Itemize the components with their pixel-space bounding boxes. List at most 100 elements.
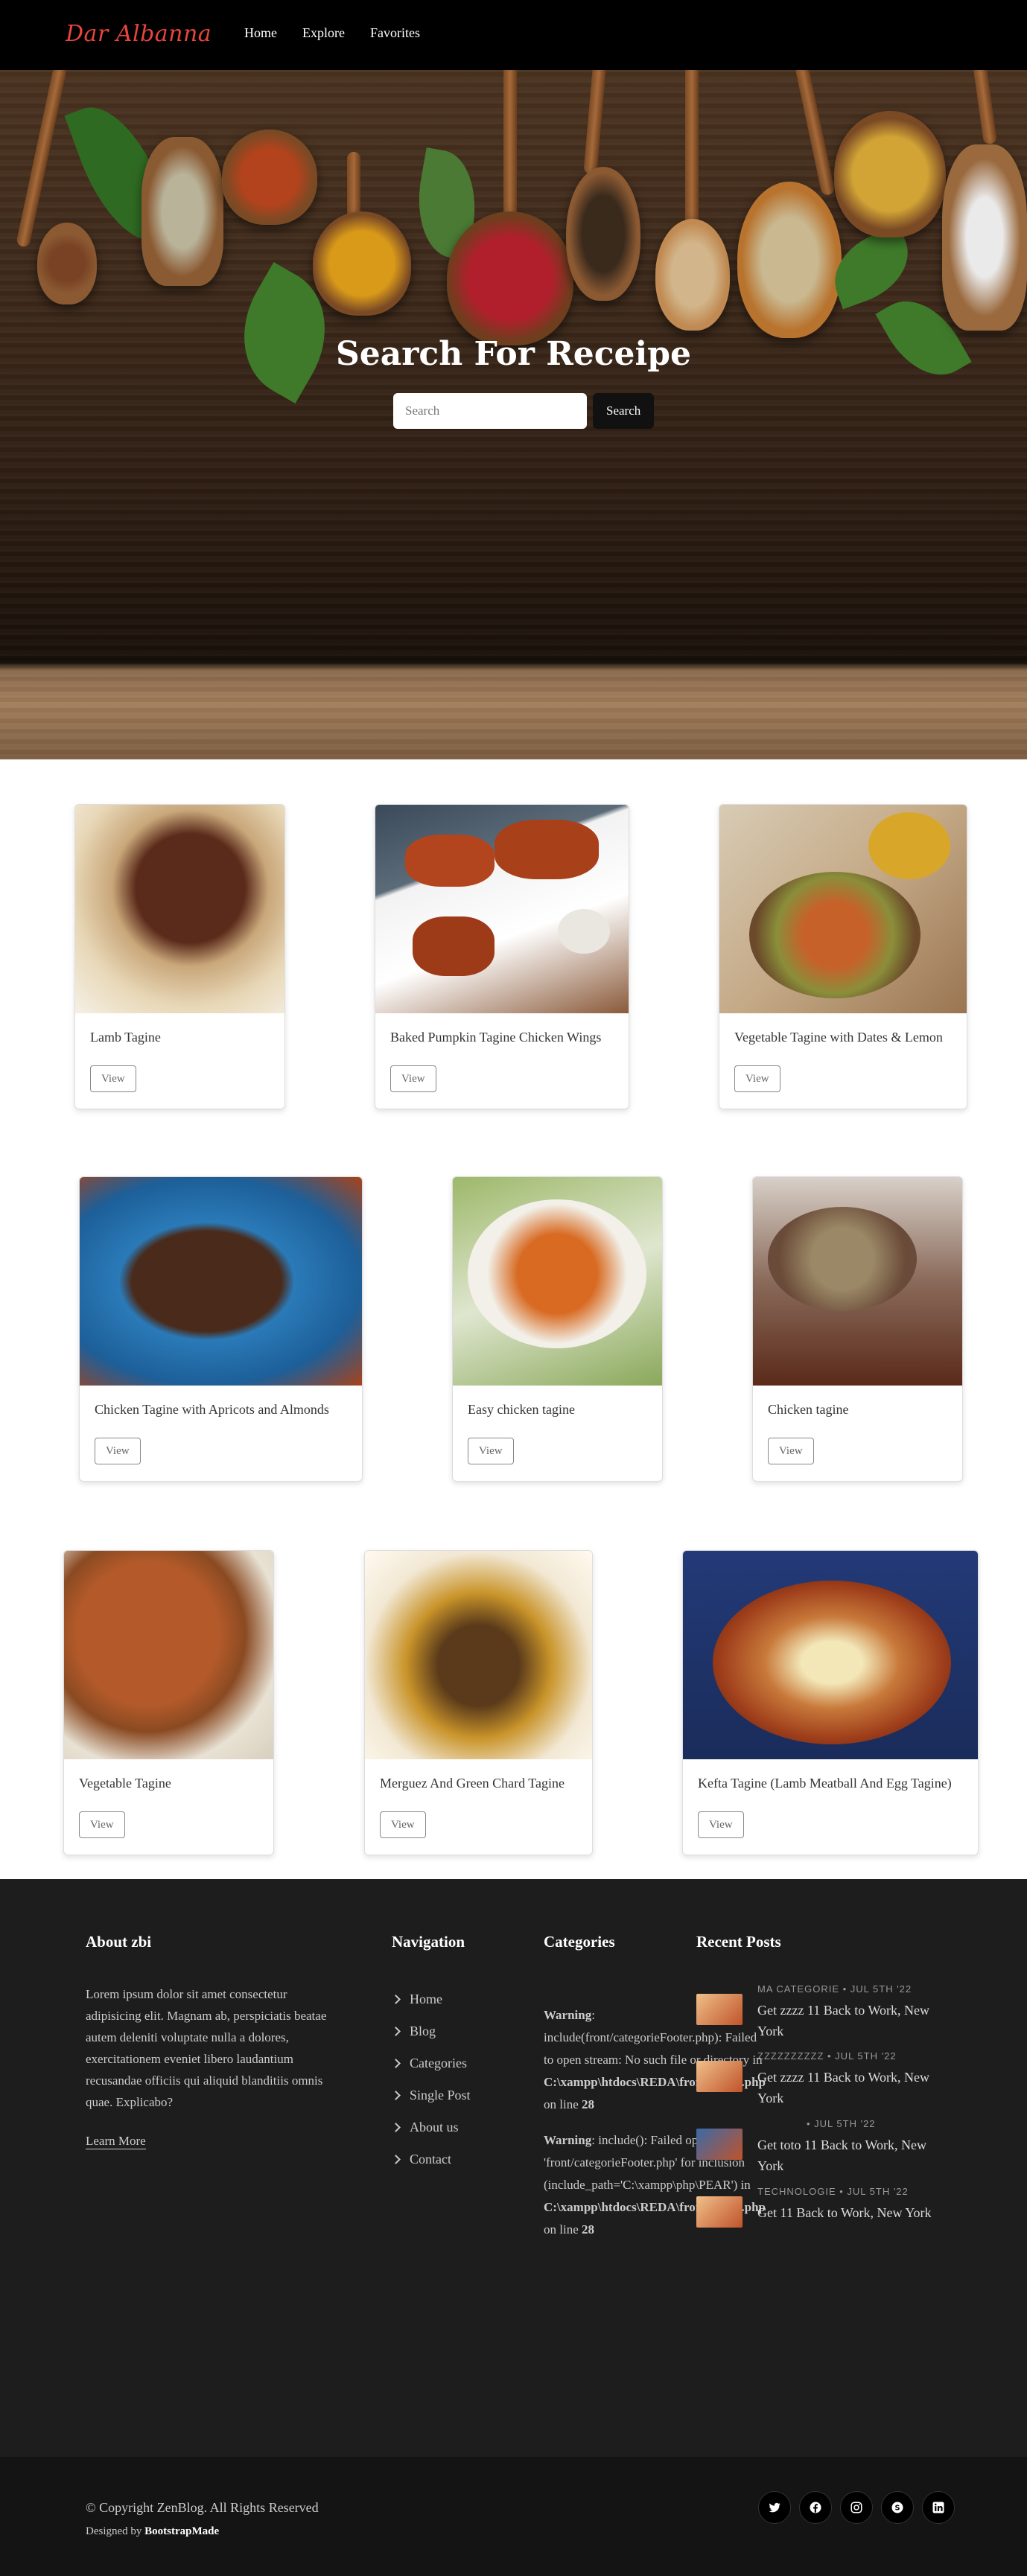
nav-explore[interactable]: Explore xyxy=(302,25,345,41)
spoon-herbs xyxy=(142,137,223,286)
recipe-title: Lamb Tagine xyxy=(90,1030,161,1045)
designed-by-prefix: Designed by xyxy=(86,2525,142,2537)
spoon-cinnamon xyxy=(37,223,97,305)
warning-line: 28 xyxy=(582,2097,594,2111)
footer-nav-blog[interactable]: Blog xyxy=(391,2015,471,2047)
post-title[interactable]: Get zzzz 11 Back to Work, New York xyxy=(757,2067,951,2108)
facebook-icon[interactable] xyxy=(799,2491,832,2524)
recipe-card[interactable]: Baked Pumpkin Tagine Chicken Wings View xyxy=(375,804,629,1109)
instagram-icon[interactable] xyxy=(840,2491,873,2524)
spoon-handle xyxy=(685,70,699,226)
recent-post[interactable]: • JUL 5TH '22 Get toto 11 Back to Work, … xyxy=(696,2118,964,2182)
warning-line-prefix: on line xyxy=(544,2097,579,2111)
warning-label: Warning xyxy=(544,2008,592,2022)
view-button[interactable]: View xyxy=(768,1438,814,1464)
post-title[interactable]: Get toto 11 Back to Work, New York xyxy=(757,2135,951,2176)
spoon-turmeric xyxy=(313,211,411,316)
learn-more-link[interactable]: Learn More xyxy=(86,2134,146,2149)
recipe-card[interactable]: Lamb Tagine View xyxy=(74,804,285,1109)
warning-label: Warning xyxy=(544,2133,592,2147)
recipe-title: Merguez And Green Chard Tagine xyxy=(380,1776,565,1791)
recipe-card[interactable]: Vegetable Tagine with Dates & Lemon View xyxy=(719,804,967,1109)
recipe-card[interactable]: Kefta Tagine (Lamb Meatball And Egg Tagi… xyxy=(682,1550,979,1855)
post-thumbnail[interactable] xyxy=(696,2129,743,2160)
twitter-icon[interactable] xyxy=(758,2491,791,2524)
recipe-card[interactable]: Chicken Tagine with Apricots and Almonds… xyxy=(79,1176,363,1482)
view-button[interactable]: View xyxy=(734,1065,780,1092)
about-heading: About zbi xyxy=(86,1933,152,1951)
recipe-image xyxy=(719,805,967,1013)
couscous-bowl xyxy=(868,812,950,879)
nav-favorites[interactable]: Favorites xyxy=(370,25,420,41)
recipe-title: Chicken Tagine with Apricots and Almonds xyxy=(95,1402,329,1417)
recipe-image xyxy=(75,805,284,1013)
post-title[interactable]: Get zzzz 11 Back to Work, New York xyxy=(757,2000,951,2041)
footer-bottom-bar: © Copyright ZenBlog. All Rights Reserved… xyxy=(0,2457,1027,2576)
recent-posts-heading: Recent Posts xyxy=(696,1933,781,1951)
linkedin-icon[interactable] xyxy=(922,2491,955,2524)
footer-nav-contact[interactable]: Contact xyxy=(391,2143,471,2175)
post-meta: MA CATEGORIE • JUL 5TH '22 xyxy=(757,1983,912,1995)
recent-post[interactable]: TECHNOLOGIE • JUL 5TH '22 Get 11 Back to… xyxy=(696,2186,964,2250)
footer-nav-list: Home Blog Categories Single Post About u… xyxy=(391,1983,471,2175)
hero-title: Search For Receipe xyxy=(335,335,692,373)
footer-nav-label: Blog xyxy=(410,2024,436,2038)
copyright: © Copyright ZenBlog. All Rights Reserved xyxy=(86,2500,319,2515)
recipe-card[interactable]: Chicken tagine View xyxy=(752,1176,963,1482)
search-button[interactable]: Search xyxy=(593,393,655,429)
svg-text:S: S xyxy=(894,2504,900,2512)
recipe-card[interactable]: Vegetable Tagine View xyxy=(63,1550,274,1855)
footer-nav-label: Categories xyxy=(410,2056,467,2070)
post-thumbnail[interactable] xyxy=(696,2061,743,2092)
chevron-right-icon xyxy=(391,2059,401,2068)
spoon-legumes xyxy=(655,219,730,331)
tagine-dish xyxy=(749,872,921,998)
footer-nav-about[interactable]: About us xyxy=(391,2111,471,2143)
view-button[interactable]: View xyxy=(79,1811,125,1838)
tagine-bowl xyxy=(768,1207,917,1311)
post-meta: • JUL 5TH '22 xyxy=(807,2118,876,2129)
post-thumbnail[interactable] xyxy=(696,2196,743,2228)
post-meta: ZZZZZZZZZZ • JUL 5TH '22 xyxy=(757,2050,897,2062)
kefta-tagine xyxy=(713,1581,951,1744)
recent-post[interactable]: MA CATEGORIE • JUL 5TH '22 Get zzzz 11 B… xyxy=(696,1983,964,2047)
recipe-title: Vegetable Tagine xyxy=(79,1776,171,1791)
designed-by-link[interactable]: BootstrapMade xyxy=(144,2525,219,2537)
view-button[interactable]: View xyxy=(90,1065,136,1092)
chevron-right-icon xyxy=(391,2091,401,2100)
recipe-image xyxy=(80,1177,362,1386)
recipe-title: Chicken tagine xyxy=(768,1402,849,1417)
recipe-card[interactable]: Merguez And Green Chard Tagine View xyxy=(364,1550,593,1855)
chicken-wing xyxy=(413,916,495,976)
recipe-title: Vegetable Tagine with Dates & Lemon xyxy=(734,1030,943,1045)
skype-icon[interactable]: S xyxy=(881,2491,914,2524)
view-button[interactable]: View xyxy=(390,1065,436,1092)
recipe-card[interactable]: Easy chicken tagine View xyxy=(452,1176,663,1482)
spoon-peppercorns xyxy=(447,211,573,345)
search-input[interactable] xyxy=(393,393,587,429)
navbar: Dar Albanna Home Explore Favorites xyxy=(0,0,1027,70)
nav-home[interactable]: Home xyxy=(244,25,277,41)
about-text: Lorem ipsum dolor sit amet consectetur a… xyxy=(86,1987,327,2109)
footer-nav-home[interactable]: Home xyxy=(391,1983,471,2015)
recipe-image xyxy=(375,805,629,1013)
view-button[interactable]: View xyxy=(95,1438,141,1464)
view-button[interactable]: View xyxy=(380,1811,426,1838)
brand-logo[interactable]: Dar Albanna xyxy=(66,21,212,47)
nav-links: Home Explore Favorites xyxy=(244,25,420,41)
recipe-image xyxy=(453,1177,662,1386)
footer-nav-label: Contact xyxy=(410,2152,451,2167)
recipe-title: Kefta Tagine (Lamb Meatball And Egg Tagi… xyxy=(698,1776,952,1791)
view-button[interactable]: View xyxy=(468,1438,514,1464)
dip-bowl xyxy=(558,909,610,954)
view-button[interactable]: View xyxy=(698,1811,744,1838)
designed-by: Designed by BootstrapMade xyxy=(86,2525,219,2538)
footer-nav-label: Single Post xyxy=(410,2088,471,2102)
post-title[interactable]: Get 11 Back to Work, New York xyxy=(757,2202,951,2223)
chevron-right-icon xyxy=(391,2027,401,2036)
footer-nav-single-post[interactable]: Single Post xyxy=(391,2079,471,2111)
recent-post[interactable]: ZZZZZZZZZZ • JUL 5TH '22 Get zzzz 11 Bac… xyxy=(696,2050,964,2114)
footer-nav-categories[interactable]: Categories xyxy=(391,2047,471,2079)
hero-banner: Search For Receipe Search xyxy=(0,70,1027,759)
post-thumbnail[interactable] xyxy=(696,1994,743,2025)
